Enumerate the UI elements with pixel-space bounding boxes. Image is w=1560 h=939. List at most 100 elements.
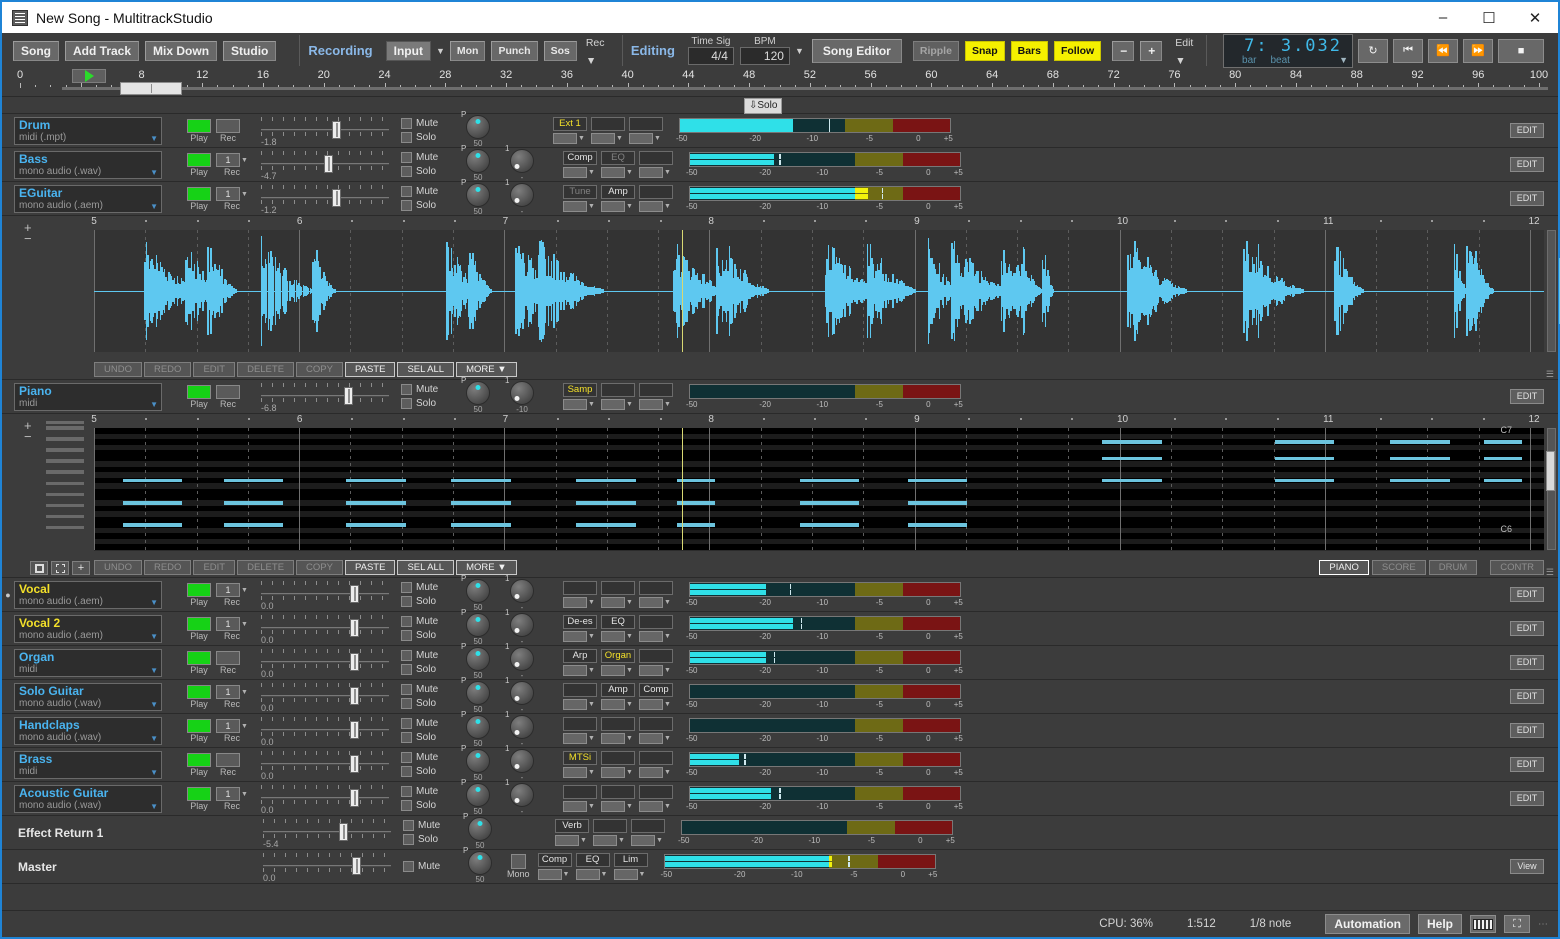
effect-slot-3[interactable]: Comp xyxy=(639,683,673,697)
track-play-button[interactable] xyxy=(187,685,211,699)
effect-slot-1[interactable]: Samp xyxy=(563,383,597,397)
effect-chevron-down-icon-2[interactable]: ▼ xyxy=(626,769,633,776)
effect-select-2[interactable]: ▼ xyxy=(601,767,635,778)
solo-checkbox[interactable] xyxy=(401,398,412,409)
track-rec-button[interactable] xyxy=(216,651,240,665)
send-knob-dial[interactable] xyxy=(510,579,534,603)
track-rec-button[interactable]: 1 xyxy=(216,617,240,631)
piano-black-key[interactable] xyxy=(46,515,84,519)
midi-note[interactable] xyxy=(929,501,967,505)
midi-note[interactable] xyxy=(1124,457,1162,461)
send-knob[interactable]: 1- xyxy=(507,747,537,782)
mute-checkbox[interactable] xyxy=(401,718,412,729)
effect-chevron-down-icon-3[interactable]: ▼ xyxy=(664,203,671,210)
mute-checkbox[interactable] xyxy=(401,650,412,661)
track-play-button[interactable] xyxy=(187,187,211,201)
send-knob[interactable]: 1- xyxy=(507,645,537,680)
fader-handle[interactable] xyxy=(324,155,333,173)
pianoroll-edit-button[interactable]: EDIT xyxy=(193,560,235,575)
track-name-chevron-down-icon[interactable]: ▼ xyxy=(150,632,158,641)
edit-dropdown[interactable]: Edit ▼ xyxy=(1175,33,1198,69)
effect-button-1[interactable] xyxy=(553,133,577,144)
track-rec-button[interactable]: 1 xyxy=(216,719,240,733)
fader-handle[interactable] xyxy=(339,823,348,841)
wave-undo-button[interactable]: UNDO xyxy=(94,362,142,377)
send-knob-dial[interactable] xyxy=(510,149,534,173)
effect-select-1[interactable]: ▼ xyxy=(563,767,597,778)
mute-checkbox[interactable] xyxy=(401,186,412,197)
effect-chevron-down-icon-3[interactable]: ▼ xyxy=(664,401,671,408)
effect-button-1[interactable] xyxy=(563,665,587,676)
effect-button-2[interactable] xyxy=(576,869,600,880)
solo-checkbox[interactable] xyxy=(401,800,412,811)
volume-fader[interactable]: -1.8 xyxy=(261,116,389,146)
rec-button-wrap[interactable]: 1▼Rec xyxy=(216,685,248,709)
effect-slot-2[interactable]: EQ xyxy=(601,151,635,165)
track-name-box[interactable]: Solo Guitarmono audio (.wav)▼ xyxy=(14,683,162,711)
mute-checkbox[interactable] xyxy=(401,616,412,627)
effect-chevron-down-icon-2[interactable]: ▼ xyxy=(626,633,633,640)
effect-chevron-down-icon-2[interactable]: ▼ xyxy=(616,135,623,142)
solo-checkbox[interactable] xyxy=(401,698,412,709)
effect-select-1[interactable]: ▼ xyxy=(563,597,597,608)
send-knob-dial[interactable] xyxy=(510,647,534,671)
effect-select-2[interactable]: ▼ xyxy=(601,801,635,812)
effect-button-1[interactable] xyxy=(563,399,587,410)
effect-slot-2[interactable]: Amp xyxy=(601,683,635,697)
effect-select-3[interactable]: ▼ xyxy=(614,869,648,880)
input-button[interactable]: Input xyxy=(386,41,431,61)
waveform-canvas[interactable] xyxy=(94,230,1544,352)
rec-chevron-down-icon[interactable]: ▼ xyxy=(241,587,248,594)
mute-checkbox[interactable] xyxy=(403,820,414,831)
effect-chevron-down-icon-3[interactable]: ▼ xyxy=(664,169,671,176)
midi-note[interactable] xyxy=(144,501,182,505)
track-name-chevron-down-icon[interactable]: ▼ xyxy=(150,802,158,811)
midi-note[interactable] xyxy=(929,523,967,527)
pan-knob-dial[interactable] xyxy=(466,749,490,773)
effect-chevron-down-icon-2[interactable]: ▼ xyxy=(601,871,608,878)
effect-select-2[interactable]: ▼ xyxy=(601,699,635,710)
track-name-box[interactable]: EGuitarmono audio (.aem)▼ xyxy=(14,185,162,213)
rec-chevron-down-icon[interactable]: ▼ xyxy=(241,157,248,164)
effect-slot-2[interactable] xyxy=(601,751,635,765)
effect-slot-3[interactable] xyxy=(639,581,673,595)
effect-button-1[interactable] xyxy=(563,733,587,744)
volume-fader[interactable]: -6.8 xyxy=(261,382,389,412)
midi-note[interactable] xyxy=(821,523,859,527)
track-edit-button[interactable]: EDIT xyxy=(1510,157,1544,172)
effect-select-3[interactable]: ▼ xyxy=(639,631,673,642)
playhead[interactable] xyxy=(682,428,683,550)
midi-note[interactable] xyxy=(598,523,636,527)
effect-select-3[interactable]: ▼ xyxy=(639,801,673,812)
effect-slot-2[interactable] xyxy=(591,117,625,131)
piano-black-key[interactable] xyxy=(46,448,84,452)
effect-chevron-down-icon-2[interactable]: ▼ xyxy=(626,401,633,408)
effect-button-3[interactable] xyxy=(639,733,663,744)
effect-select-3[interactable]: ▼ xyxy=(639,201,673,212)
effect-select-1[interactable]: ▼ xyxy=(563,665,597,676)
effect-select-1[interactable]: ▼ xyxy=(563,399,597,410)
pan-knob[interactable]: P50 xyxy=(463,147,493,182)
effect-slot-3[interactable] xyxy=(629,117,663,131)
fullscreen-icon[interactable]: ⛶ xyxy=(1504,915,1530,933)
fader-handle[interactable] xyxy=(350,789,359,807)
track-row[interactable]: Brassmidi▼PlayRec0.0MuteSoloP501-MTSi▼▼▼… xyxy=(2,748,1558,782)
solo-checkbox[interactable] xyxy=(401,596,412,607)
timeline-ruler[interactable]: 0481216202428323640444852566064687276808… xyxy=(2,68,1558,97)
effect-select-3[interactable]: ▼ xyxy=(639,399,673,410)
track-edit-button[interactable]: EDIT xyxy=(1510,689,1544,704)
solo-checkbox[interactable] xyxy=(401,732,412,743)
effect-chevron-down-icon-3[interactable]: ▼ xyxy=(664,633,671,640)
pan-knob-dial[interactable] xyxy=(466,715,490,739)
midi-note[interactable] xyxy=(1124,479,1162,483)
effect-button-1[interactable] xyxy=(538,869,562,880)
mix-down-button[interactable]: Mix Down xyxy=(145,41,217,61)
effect-slot-3[interactable] xyxy=(639,649,673,663)
punch-button[interactable]: Punch xyxy=(491,41,537,61)
effect-select-1[interactable]: ▼ xyxy=(553,133,587,144)
send-knob[interactable]: 1- xyxy=(507,147,537,182)
mute-checkbox[interactable] xyxy=(401,786,412,797)
piano-black-key[interactable] xyxy=(46,493,84,497)
effect-button-3[interactable] xyxy=(639,767,663,778)
wave-redo-button[interactable]: REDO xyxy=(144,362,191,377)
